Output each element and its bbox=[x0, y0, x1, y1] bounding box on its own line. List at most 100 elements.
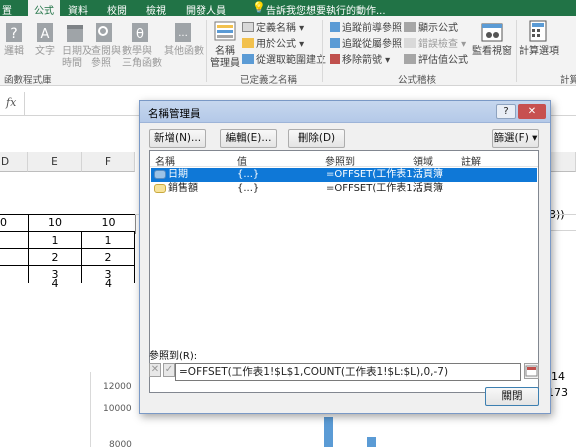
name-manager-button[interactable]: 名稱 管理員 bbox=[210, 46, 240, 70]
chart-bar[interactable] bbox=[367, 437, 376, 447]
tab-review[interactable]: 校閱 bbox=[107, 2, 127, 17]
col-name[interactable]: 名稱 bbox=[155, 153, 175, 168]
text-button[interactable]: 文字 bbox=[35, 46, 55, 58]
col-header-f[interactable]: F bbox=[82, 152, 135, 172]
trace-dependents-button[interactable]: 追蹤從屬參照 bbox=[330, 38, 402, 51]
cell-divider-left bbox=[28, 214, 29, 274]
show-formulas-button[interactable]: 顯示公式 bbox=[404, 22, 458, 35]
cell-e[interactable]: 10 bbox=[28, 214, 82, 231]
refers-cell: =OFFSET(工作表1... bbox=[326, 183, 423, 194]
logic-button[interactable]: 邏輯 bbox=[4, 46, 24, 58]
cell-f[interactable]: 2 bbox=[82, 249, 135, 266]
names-list[interactable]: 名稱 值 參照到 領域 註解 日期 {...} =OFFSET(工作表1... … bbox=[149, 150, 539, 393]
new-name-button[interactable]: 新增(N)... bbox=[149, 129, 206, 148]
error-checking-label: 錯誤檢查 bbox=[418, 39, 458, 50]
name-row[interactable]: 銷售額 {...} =OFFSET(工作表1... 活頁簿 bbox=[151, 182, 537, 196]
col-comment[interactable]: 註解 bbox=[461, 153, 481, 168]
help-button[interactable]: ? bbox=[496, 104, 516, 119]
remove-arrows-icon bbox=[330, 54, 340, 64]
text-icon: A bbox=[37, 23, 53, 42]
tag-icon bbox=[242, 22, 254, 32]
confirm-edit-icon[interactable]: ✓ bbox=[163, 363, 175, 377]
tab-developer[interactable]: 開發人員 bbox=[186, 2, 226, 17]
edit-name-button[interactable]: 編輯(E)... bbox=[220, 129, 277, 148]
calc-options-button[interactable]: 計算選項 bbox=[519, 46, 559, 58]
more-functions-button[interactable]: 其他函數 bbox=[164, 46, 204, 58]
watch-window-icon bbox=[481, 23, 503, 42]
dropdown-arrow-icon: ▾ bbox=[532, 132, 538, 144]
name-cell: 日期 bbox=[168, 169, 188, 180]
col-header-e[interactable]: E bbox=[28, 152, 82, 172]
group-calculation: 計算 bbox=[560, 75, 576, 86]
close-button[interactable]: ✕ bbox=[518, 104, 546, 119]
logic-icon: ? bbox=[6, 23, 22, 42]
table-row: 2 2 bbox=[0, 248, 135, 266]
refers-to-input[interactable]: =OFFSET(工作表1!$L$1,COUNT(工作表1!$L:$L),0,-7… bbox=[175, 363, 521, 381]
math-icon: θ bbox=[132, 23, 148, 42]
cell-d[interactable]: 4 bbox=[0, 275, 10, 292]
cell-e[interactable]: 2 bbox=[28, 249, 82, 266]
error-checking-button[interactable]: 錯誤檢查 ▾ bbox=[404, 38, 466, 51]
trace-precedents-button[interactable]: 追蹤前導參照 bbox=[330, 22, 402, 35]
filter-button[interactable]: 篩選(F) ▾ bbox=[492, 129, 539, 148]
delete-name-button[interactable]: 刪除(D) bbox=[288, 129, 345, 148]
math-button[interactable]: 數學與 三角函數 bbox=[122, 46, 162, 70]
tab-layout[interactable]: 置 bbox=[2, 2, 12, 17]
svg-text:θ: θ bbox=[136, 27, 144, 42]
axis-tick-label: 10000 bbox=[103, 404, 132, 414]
remove-arrows-button[interactable]: 移除箭號 ▾ bbox=[330, 54, 390, 67]
col-header-d[interactable]: D bbox=[0, 152, 28, 172]
evaluate-formula-icon bbox=[404, 54, 416, 64]
axis-tick-label: 8000 bbox=[109, 440, 132, 447]
chart-bar[interactable] bbox=[324, 417, 333, 447]
formula-icon bbox=[242, 38, 254, 48]
name-row[interactable]: 日期 {...} =OFFSET(工作表1... 活頁簿 bbox=[151, 168, 537, 182]
trace-precedents-label: 追蹤前導參照 bbox=[342, 23, 402, 34]
evaluate-formula-button[interactable]: 評估值公式 bbox=[404, 54, 468, 67]
cell-f[interactable]: 1 bbox=[82, 232, 135, 249]
create-from-selection-button[interactable]: 從選取範圍建立 bbox=[242, 54, 326, 67]
name-manager-dialog: 名稱管理員 ? ✕ 新增(N)... 編輯(E)... 刪除(D) 篩選(F) … bbox=[139, 100, 551, 414]
tab-formulas[interactable]: 公式 bbox=[28, 0, 60, 17]
define-name-button[interactable]: 定義名稱 ▾ bbox=[242, 22, 304, 35]
tab-data[interactable]: 資料 bbox=[68, 2, 88, 17]
define-name-label: 定義名稱 bbox=[256, 23, 296, 34]
group-defined-names: 已定義之名稱 bbox=[240, 75, 298, 86]
name-cell: 銷售額 bbox=[168, 183, 198, 194]
dialog-title-bar[interactable]: 名稱管理員 ? ✕ bbox=[140, 101, 550, 123]
scope-cell: 活頁簿 bbox=[413, 169, 443, 180]
range-select-button[interactable] bbox=[524, 363, 539, 379]
cell-e[interactable]: 4 bbox=[28, 275, 82, 292]
watch-window-button[interactable]: 監看視窗 bbox=[472, 46, 512, 58]
cell-f[interactable]: 4 bbox=[82, 275, 135, 292]
datetime-button[interactable]: 日期及 時間 bbox=[62, 46, 92, 70]
cell-e[interactable]: 1 bbox=[28, 232, 82, 249]
tell-me-search[interactable]: 告訴我您想要執行的動作... bbox=[266, 2, 386, 17]
col-value[interactable]: 值 bbox=[237, 153, 247, 168]
cell-d[interactable]: 0 bbox=[0, 214, 12, 231]
error-checking-icon bbox=[404, 38, 416, 48]
use-in-formula-button[interactable]: 用於公式 ▾ bbox=[242, 38, 304, 51]
ribbon: ? 邏輯 A 文字 日期及 時間 查閱與 參照 θ 數學與 三角函數 ... 其… bbox=[0, 16, 576, 86]
table-row: 1 1 bbox=[0, 231, 135, 249]
close-dialog-button[interactable]: 關閉 bbox=[485, 387, 539, 406]
evaluate-formula-label: 評估值公式 bbox=[418, 55, 468, 66]
col-refers[interactable]: 參照到 bbox=[325, 153, 355, 168]
cell-value[interactable]: 173 bbox=[547, 384, 576, 401]
svg-text:?: ? bbox=[10, 26, 17, 42]
calculator-icon bbox=[529, 20, 547, 42]
col-scope[interactable]: 領域 bbox=[413, 153, 433, 168]
range-select-icon bbox=[525, 365, 538, 377]
cancel-edit-icon[interactable]: ✕ bbox=[149, 363, 161, 377]
scope-cell: 活頁簿 bbox=[413, 183, 443, 194]
tab-view[interactable]: 檢視 bbox=[146, 2, 166, 17]
lookup-button[interactable]: 查閱與 參照 bbox=[91, 46, 121, 70]
name-tag-icon bbox=[154, 170, 166, 179]
ribbon-tab-bar: 置 公式 資料 校閱 檢視 開發人員 💡 告訴我您想要執行的動作... bbox=[0, 0, 576, 17]
dialog-title: 名稱管理員 bbox=[148, 108, 201, 120]
cell-f[interactable]: 10 bbox=[82, 214, 135, 231]
trace-dependents-icon bbox=[330, 38, 340, 48]
show-formulas-label: 顯示公式 bbox=[418, 23, 458, 34]
cell-value[interactable]: 14 bbox=[551, 368, 571, 385]
fx-button[interactable]: fx bbox=[6, 96, 16, 109]
